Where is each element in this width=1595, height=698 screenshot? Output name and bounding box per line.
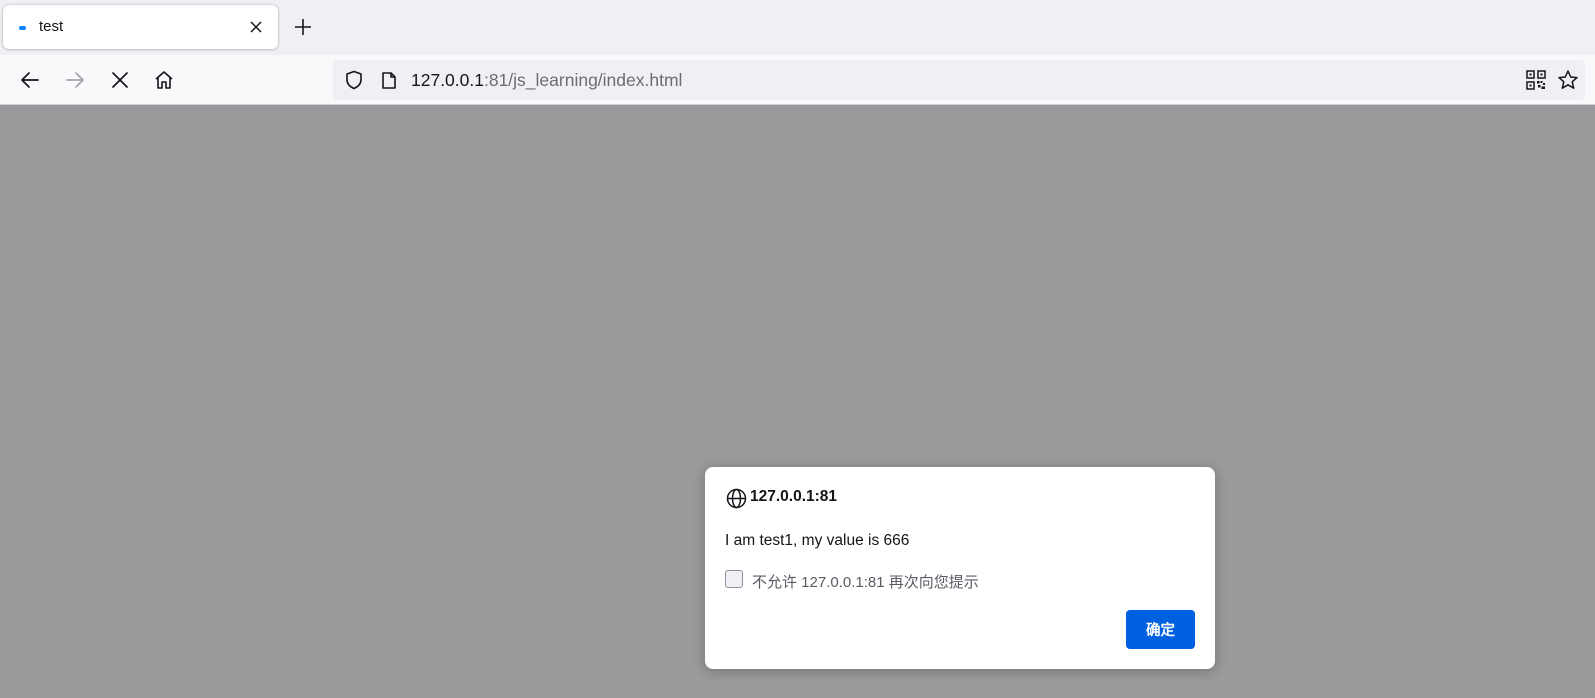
url-bar[interactable]: 127.0.0.1:81/js_learning/index.html — [333, 60, 1585, 100]
qr-code-button[interactable] — [1525, 69, 1547, 91]
back-arrow-icon — [21, 72, 39, 88]
plus-icon — [295, 19, 311, 35]
close-icon — [250, 21, 262, 33]
suppress-prompts-checkbox[interactable] — [725, 570, 743, 588]
alert-dialog: 127.0.0.1:81 I am test1, my value is 666… — [705, 467, 1215, 669]
forward-button[interactable] — [61, 66, 89, 94]
shield-icon — [346, 70, 362, 90]
star-icon — [1558, 70, 1578, 89]
loading-indicator-icon — [19, 26, 26, 30]
home-button[interactable] — [150, 66, 178, 94]
ok-button[interactable]: 确定 — [1126, 610, 1195, 649]
tab-test[interactable]: test — [3, 5, 278, 49]
home-icon — [155, 71, 173, 89]
tracking-protection-button[interactable] — [343, 69, 365, 91]
url-text[interactable]: 127.0.0.1:81/js_learning/index.html — [411, 70, 682, 91]
tab-close-button[interactable] — [244, 15, 268, 39]
suppress-prompts-label[interactable]: 不允许 127.0.0.1:81 再次向您提示 — [752, 571, 979, 592]
stop-button[interactable] — [106, 66, 134, 94]
site-info-button[interactable] — [378, 69, 400, 91]
new-tab-button[interactable] — [291, 15, 315, 39]
page-icon — [382, 71, 396, 89]
tab-title: test — [39, 18, 64, 35]
qr-code-icon — [1526, 70, 1546, 90]
globe-icon — [725, 487, 747, 509]
stop-icon — [112, 72, 128, 88]
browser-window: test 127.0.0.1:81/js_learning/index.html… — [0, 0, 1595, 698]
url-host: 127.0.0.1 — [411, 70, 484, 90]
url-path: :81/js_learning/index.html — [483, 70, 683, 90]
dialog-origin: 127.0.0.1:81 — [750, 488, 838, 505]
tab-strip: test — [0, 0, 1595, 55]
forward-arrow-icon — [66, 72, 84, 88]
dialog-message: I am test1, my value is 666 — [725, 532, 910, 549]
bookmark-button[interactable] — [1557, 69, 1579, 91]
back-button[interactable] — [16, 66, 44, 94]
navigation-toolbar: 127.0.0.1:81/js_learning/index.html — [0, 55, 1595, 105]
